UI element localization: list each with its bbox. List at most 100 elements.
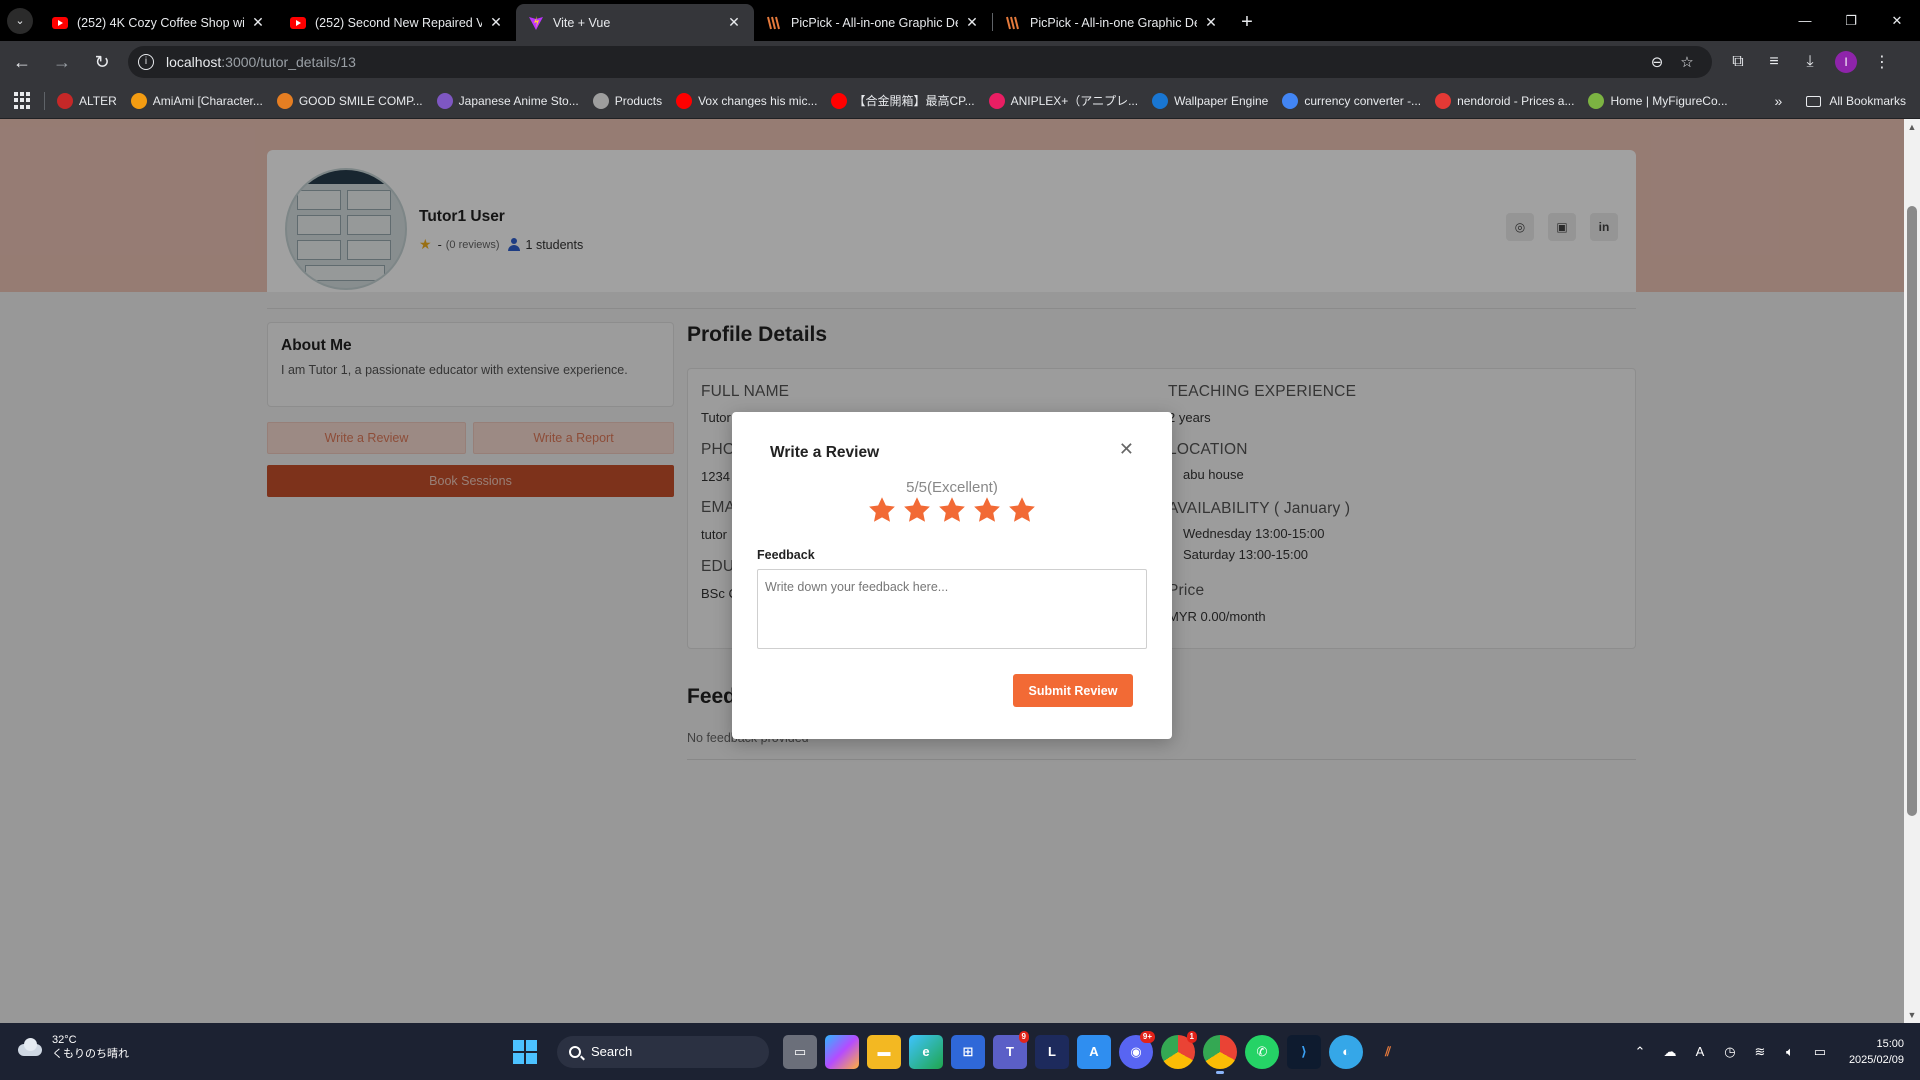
line-icon[interactable]: L <box>1035 1034 1069 1069</box>
close-tab-icon[interactable]: ✕ <box>1203 14 1219 31</box>
all-bookmarks-link[interactable]: All Bookmarks <box>1829 94 1906 108</box>
bookmark-favicon-icon <box>57 92 73 109</box>
new-tab-button[interactable]: + <box>1231 4 1263 41</box>
tab-title: PicPick - All-in-one Graphic De <box>1030 15 1197 30</box>
picpick-app-icon[interactable]: ⫽ <box>1371 1035 1405 1069</box>
close-icon[interactable]: ✕ <box>1119 439 1134 460</box>
profile-button[interactable]: I <box>1828 44 1864 80</box>
close-tab-icon[interactable]: ✕ <box>964 14 980 31</box>
browser-tab-2[interactable]: (252) Second New Repaired Ver ✕ <box>278 4 516 41</box>
browser-tab-3-active[interactable]: Vite + Vue ✕ <box>516 4 754 41</box>
browser-tab-4[interactable]: PicPick - All-in-one Graphic De ✕ <box>754 4 992 41</box>
tab-title: PicPick - All-in-one Graphic De <box>791 15 958 30</box>
bookmark-label: Products <box>614 93 663 108</box>
rating-star-icon[interactable] <box>937 495 967 525</box>
discord-badge: 9+ <box>1139 1030 1155 1043</box>
whatsapp-app-icon[interactable]: ✆ <box>1245 1034 1279 1069</box>
copilot-icon[interactable] <box>825 1034 859 1069</box>
address-bar[interactable]: i localhost:3000/tutor_details/13 ⊖ ☆ <box>128 46 1712 78</box>
folder-icon <box>1806 95 1822 107</box>
chrome-icon[interactable]: 1 <box>1161 1030 1197 1069</box>
url-host: localhost <box>166 54 222 70</box>
battery-icon[interactable]: ▭ <box>1807 1044 1833 1060</box>
zoom-icon[interactable]: ⊖ <box>1642 53 1672 71</box>
back-arrow-icon[interactable]: ← <box>4 44 40 80</box>
browser-tab-1[interactable]: (252) 4K Cozy Coffee Shop with ✕ <box>40 4 278 41</box>
windows-start-icon[interactable] <box>513 1039 537 1064</box>
chevron-up-icon[interactable]: ⌃ <box>1627 1044 1653 1060</box>
ime-icon[interactable]: A <box>1687 1044 1713 1059</box>
clock-app-icon[interactable]: ◷ <box>1717 1044 1743 1060</box>
bookmark-label: nendoroid - Prices a... <box>1457 93 1575 108</box>
close-window-icon[interactable]: ✕ <box>1874 0 1920 41</box>
rating-star-icon[interactable] <box>1007 495 1037 525</box>
teams-icon[interactable]: T9 <box>993 1030 1029 1069</box>
close-tab-icon[interactable]: ✕ <box>488 14 504 31</box>
app-icon[interactable]: ◐ <box>1329 1034 1363 1069</box>
weather-widget[interactable]: 32°C くもりのち晴れ <box>16 1033 129 1061</box>
scroll-thumb[interactable] <box>1907 206 1917 816</box>
close-tab-icon[interactable]: ✕ <box>250 14 266 31</box>
page-scrollbar[interactable]: ▲ ▼ <box>1904 119 1920 1023</box>
close-tab-icon[interactable]: ✕ <box>726 14 742 31</box>
browser-tab-5[interactable]: PicPick - All-in-one Graphic De ✕ <box>993 4 1231 41</box>
bookmark-item[interactable]: GOOD SMILE COMP... <box>276 92 423 109</box>
chrome-profile-icon[interactable] <box>1203 1034 1237 1074</box>
reload-icon[interactable]: ↻ <box>84 44 120 80</box>
bookmark-item[interactable]: Products <box>592 92 663 109</box>
more-bookmarks-icon[interactable]: » <box>1775 93 1783 109</box>
bookmark-star-icon[interactable]: ☆ <box>1672 53 1702 71</box>
bookmark-label: Home | MyFigureCo... <box>1610 93 1728 108</box>
rating-star-icon[interactable] <box>972 495 1002 525</box>
volume-icon[interactable]: 🔈︎ <box>1777 1044 1803 1060</box>
bookmark-item[interactable]: ALTER <box>57 92 117 109</box>
scroll-down-arrow-icon[interactable]: ▼ <box>1904 1007 1920 1023</box>
store-icon[interactable]: ⊞ <box>951 1034 985 1069</box>
bookmark-favicon-icon <box>676 92 693 109</box>
download-icon[interactable]: ⤓ <box>1792 44 1828 80</box>
rating-star-icon[interactable] <box>867 495 897 525</box>
discord-icon[interactable]: ◉ 9+ <box>1119 1030 1155 1069</box>
extensions-icon[interactable]: ⧉ <box>1720 44 1756 80</box>
bookmark-item[interactable]: Vox changes his mic... <box>676 92 817 109</box>
rating-star-icon[interactable] <box>902 495 932 525</box>
media-control-icon[interactable]: ≡ <box>1756 44 1792 80</box>
bookmark-item[interactable]: 【合金開箱】最高CP... <box>831 92 975 109</box>
apps-grid-icon[interactable] <box>14 91 32 110</box>
teams-badge: 9 <box>1018 1030 1029 1043</box>
more-menu-icon[interactable]: ⋮ <box>1864 44 1900 80</box>
tab-search-button[interactable]: ⌄ <box>0 0 40 41</box>
ms-paint-icon[interactable]: A <box>1077 1034 1111 1069</box>
bookmark-item[interactable]: Wallpaper Engine <box>1152 92 1268 109</box>
site-info-icon[interactable]: i <box>138 54 154 70</box>
file-explorer-icon[interactable]: ▬ <box>867 1034 901 1069</box>
bookmark-item[interactable]: ANIPLEX+（アニプレ... <box>988 92 1139 109</box>
windows-taskbar: 32°C くもりのち晴れ Search ▭ ▬ e ⊞ T9 L A ◉ 9+ 1… <box>0 1023 1920 1080</box>
forward-arrow-icon[interactable]: → <box>44 44 80 80</box>
taskbar-clock[interactable]: 15:00 2025/02/09 <box>1849 1036 1904 1068</box>
bookmark-label: ANIPLEX+（アニプレ... <box>1010 94 1139 108</box>
taskbar-search[interactable]: Search <box>557 1035 769 1068</box>
scroll-up-arrow-icon[interactable]: ▲ <box>1904 119 1920 135</box>
clock-time: 15:00 <box>1876 1037 1904 1050</box>
bookmark-item[interactable]: Japanese Anime Sto... <box>436 92 579 109</box>
submit-review-button[interactable]: Submit Review <box>1013 674 1133 707</box>
minimize-icon[interactable]: — <box>1782 0 1828 41</box>
bookmark-favicon-icon <box>1282 92 1299 109</box>
bookmark-item[interactable]: AmiAmi [Character... <box>130 92 263 109</box>
bookmark-favicon-icon <box>436 92 453 109</box>
wifi-icon[interactable]: ≋ <box>1747 1044 1773 1060</box>
cloud-icon <box>16 1038 44 1056</box>
bookmark-item[interactable]: Home | MyFigureCo... <box>1588 92 1728 109</box>
bookmark-item[interactable]: currency converter -... <box>1282 92 1421 109</box>
bookmark-item[interactable]: nendoroid - Prices a... <box>1435 92 1575 109</box>
chrome-badge: 1 <box>1186 1030 1197 1043</box>
vscode-icon[interactable]: ⟩ <box>1287 1034 1321 1069</box>
feedback-textarea[interactable] <box>757 569 1147 649</box>
avatar: I <box>1835 51 1857 73</box>
task-view-icon[interactable]: ▭ <box>783 1034 817 1069</box>
onedrive-icon[interactable]: ☁ <box>1657 1044 1683 1060</box>
edge-icon[interactable]: e <box>909 1034 943 1069</box>
write-review-modal: Write a Review ✕ 5/5(Excellent) Feedback… <box>732 412 1172 739</box>
restore-icon[interactable]: ❐ <box>1828 0 1874 41</box>
